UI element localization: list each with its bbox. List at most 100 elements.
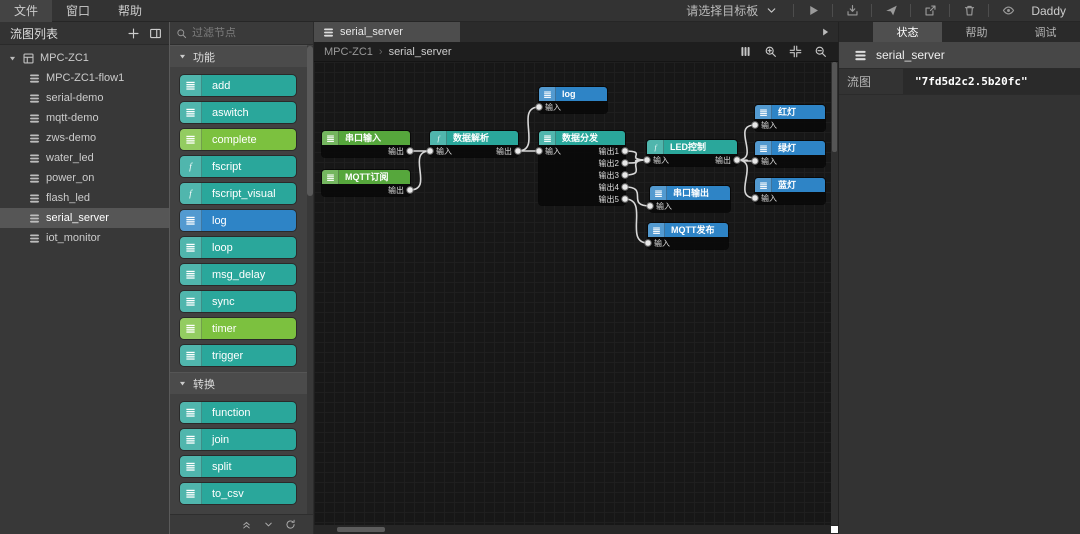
canvas-vscrollbar[interactable]: [831, 62, 838, 525]
palette-node-function[interactable]: function: [180, 402, 296, 423]
palette-node-fscript_visual[interactable]: ffscript_visual: [180, 183, 296, 204]
node-header: 蓝灯: [755, 178, 825, 192]
palette-node-aswitch[interactable]: aswitch: [180, 102, 296, 123]
flow-icon: [28, 72, 41, 85]
target-board-select[interactable]: 请选择目标板: [676, 2, 789, 19]
tree-item-root[interactable]: MPC-ZC1: [0, 48, 169, 68]
tree-item-iot_monitor[interactable]: iot_monitor: [0, 228, 169, 248]
palette-node-add[interactable]: add: [180, 75, 296, 96]
palette-node-loop[interactable]: loop: [180, 237, 296, 258]
palette-scrollbar[interactable]: [307, 46, 313, 514]
palette-node-log[interactable]: log: [180, 210, 296, 231]
inspector-tab-调试[interactable]: 调试: [1011, 22, 1080, 42]
flow-node-serial_out[interactable]: 串口输出输入: [650, 186, 730, 212]
palette-footer: [170, 514, 313, 534]
tree-item-mqtt-demo[interactable]: mqtt-demo: [0, 108, 169, 128]
canvas-hscrollbar[interactable]: [314, 525, 838, 534]
app-window: 文件窗口帮助 请选择目标板 Daddy 流图列表 MPC-ZC1MPC-ZC1-…: [0, 0, 1080, 534]
flow-icon: [28, 112, 41, 125]
tab-serial-server[interactable]: serial_server: [314, 22, 460, 42]
hscroll-thumb[interactable]: [337, 527, 385, 532]
export-icon[interactable]: [915, 0, 945, 22]
node-title: 串口输出: [667, 186, 709, 200]
flow-tree: MPC-ZC1MPC-ZC1-flow1serial-demo mqtt-demo…: [0, 45, 169, 248]
node-title: log: [556, 87, 576, 101]
tree-item-power_on[interactable]: power_on: [0, 168, 169, 188]
send-icon[interactable]: [876, 0, 906, 22]
flow-node-mqtt_pub[interactable]: MQTT发布输入: [648, 223, 728, 249]
toolbar-separator: [949, 4, 950, 17]
align-columns-icon[interactable]: [737, 44, 753, 60]
flow-icon: [28, 232, 41, 245]
input-port-label: 输入: [545, 102, 561, 113]
tree-item-serial-demo[interactable]: serial-demo: [0, 88, 169, 108]
tree-item-MPC-ZC1-flow1[interactable]: MPC-ZC1-flow1: [0, 68, 169, 88]
tree-item-serial_server[interactable]: serial_server: [0, 208, 169, 228]
palette-section-转换[interactable]: 转换: [170, 372, 307, 394]
output-port-label: 输出4: [599, 182, 619, 193]
palette-node-split[interactable]: split: [180, 456, 296, 477]
add-flow-icon[interactable]: [125, 25, 141, 41]
palette-node-timer[interactable]: timer: [180, 318, 296, 339]
collapse-all-icon[interactable]: [237, 517, 255, 533]
panel-toggle-icon[interactable]: [147, 25, 163, 41]
flow-canvas[interactable]: 串口输入输出MQTT订阅输出f数据解析输入输出log输入数据分发输入输出1输出2…: [314, 62, 831, 525]
list-icon: [180, 210, 202, 231]
expand-all-icon[interactable]: [259, 517, 277, 533]
toolbar-separator: [793, 4, 794, 17]
palette-node-label: function: [202, 407, 251, 419]
flow-icon: [28, 212, 41, 225]
eye-icon[interactable]: [993, 0, 1023, 22]
flow-node-blue_led[interactable]: 蓝灯输入: [755, 178, 825, 204]
palette-node-trigger[interactable]: trigger: [180, 345, 296, 366]
play-icon[interactable]: [798, 0, 828, 22]
flow-node-led_ctrl[interactable]: fLED控制输入输出: [647, 140, 737, 166]
inspector-tab-状态[interactable]: 状态: [873, 22, 942, 42]
tree-item-flash_led[interactable]: flash_led: [0, 188, 169, 208]
svg-text:f: f: [437, 134, 440, 143]
deploy-icon[interactable]: [837, 0, 867, 22]
palette-node-to_csv[interactable]: to_csv: [180, 483, 296, 504]
flow-node-parse[interactable]: f数据解析输入输出: [430, 131, 518, 157]
flow-node-red_led[interactable]: 红灯输入: [755, 105, 825, 131]
palette-node-sync[interactable]: sync: [180, 291, 296, 312]
toolbar-separator: [988, 4, 989, 17]
caret-down-icon[interactable]: [8, 54, 17, 63]
flow-node-green_led[interactable]: 绿灯输入: [755, 141, 825, 167]
node-header: 绿灯: [755, 141, 825, 155]
breadcrumb-root[interactable]: MPC-ZC1: [324, 46, 373, 58]
trash-icon[interactable]: [954, 0, 984, 22]
user-name[interactable]: Daddy: [1023, 4, 1080, 18]
menu-item-文件[interactable]: 文件: [0, 0, 52, 22]
node-port-row: 输入: [648, 237, 728, 249]
flow-node-dispatch[interactable]: 数据分发输入输出1输出2输出3输出4输出5: [539, 131, 625, 205]
refresh-palette-icon[interactable]: [281, 517, 299, 533]
zoom-out-icon[interactable]: [812, 44, 828, 60]
zoom-in-icon[interactable]: [762, 44, 778, 60]
palette-node-fscript[interactable]: ffscript: [180, 156, 296, 177]
menu-item-窗口[interactable]: 窗口: [52, 0, 104, 22]
palette-node-label: trigger: [202, 350, 243, 362]
node-port-row: 输出2: [539, 157, 625, 169]
tab-scroll-right-icon[interactable]: [812, 22, 838, 42]
zoom-fit-icon[interactable]: [787, 44, 803, 60]
tree-item-label: mqtt-demo: [46, 112, 99, 124]
inspector-tab-帮助[interactable]: 帮助: [942, 22, 1011, 42]
node-header: 串口输出: [650, 186, 730, 200]
menu-item-帮助[interactable]: 帮助: [104, 0, 156, 22]
flow-node-log[interactable]: log输入: [539, 87, 607, 113]
flow-node-serial_in[interactable]: 串口输入输出: [322, 131, 410, 157]
flow-node-mqtt_sub[interactable]: MQTT订阅输出: [322, 170, 410, 196]
inspector-panel: 状态帮助调试 serial_server 流图"7fd5d2c2.5b20fc": [838, 22, 1080, 534]
inspector-row: 流图"7fd5d2c2.5b20fc": [839, 69, 1080, 95]
palette-node-msg_delay[interactable]: msg_delay: [180, 264, 296, 285]
palette-node-label: fscript: [202, 161, 241, 173]
tree-item-zws-demo[interactable]: zws-demo: [0, 128, 169, 148]
function-icon: f: [647, 140, 664, 154]
palette-node-join[interactable]: join: [180, 429, 296, 450]
palette-section-功能[interactable]: 功能: [170, 45, 307, 67]
tree-item-water_led[interactable]: water_led: [0, 148, 169, 168]
search-input[interactable]: [192, 27, 307, 39]
palette-node-complete[interactable]: complete: [180, 129, 296, 150]
node-header: f数据解析: [430, 131, 518, 145]
